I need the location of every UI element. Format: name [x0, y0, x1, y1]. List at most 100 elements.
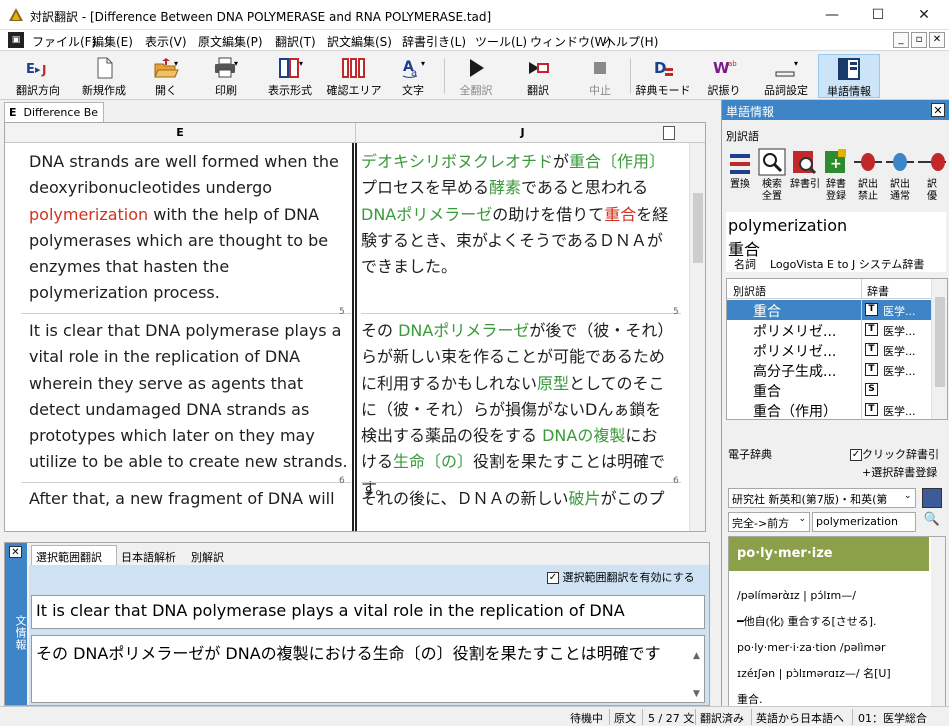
dictionary-mode-button[interactable]: D 辞典モード: [634, 54, 692, 98]
highlighted-term[interactable]: 酵素: [489, 178, 521, 197]
english-segment-3[interactable]: After that, a new fragment of DNA will: [29, 486, 349, 512]
highlighted-term[interactable]: polymerization: [29, 205, 148, 224]
maximize-button[interactable]: ☐: [855, 0, 901, 30]
dictionary-settings-icon[interactable]: [922, 488, 942, 508]
column-divider: [861, 380, 862, 400]
priority-translation-button[interactable]: 訳 優: [918, 148, 946, 203]
click-lookup-checkbox[interactable]: ✓ クリック辞書引: [850, 446, 939, 462]
highlighted-term[interactable]: 重合〔作用〕: [569, 152, 665, 171]
highlighted-term[interactable]: DNAポリメラーゼ: [361, 205, 492, 224]
display-format-button[interactable]: ▾ 表示形式: [260, 54, 320, 98]
japanese-segment-3[interactable]: それの後に、ＤＮＡの新しい破片がこのプ: [361, 486, 673, 512]
scroll-down-icon[interactable]: ▼: [693, 689, 700, 699]
alt-translation-item[interactable]: 重合（作用） T 医学...: [727, 400, 931, 420]
menu-dictionary[interactable]: 辞書引き(L): [402, 33, 466, 50]
highlighted-term[interactable]: 生命〔の〕: [393, 452, 473, 471]
enable-selection-checkbox[interactable]: ✓ 選択範囲翻訳を有効にする: [547, 569, 695, 585]
dictionary-select-value: 研究社 新英和(第7版)・和英(第: [732, 493, 888, 506]
alt-translation-item[interactable]: 高分子生成... T 医学...: [727, 360, 931, 380]
alt-list-header-dict[interactable]: 辞書: [867, 283, 889, 299]
print-button[interactable]: ▾ 印刷: [198, 54, 254, 98]
normal-translation-button[interactable]: 訳出 通常: [886, 148, 914, 203]
svg-text:▾: ▾: [421, 59, 425, 68]
menu-source-edit[interactable]: 原文編集(P): [198, 33, 263, 50]
document-tab[interactable]: E Difference Be: [4, 102, 104, 122]
entry-scrollbar[interactable]: [931, 537, 945, 725]
tab-japanese-analysis[interactable]: 日本語解析: [117, 547, 180, 567]
new-document-button[interactable]: 新規作成: [76, 54, 132, 98]
svg-text:J: J: [41, 63, 46, 77]
font-button[interactable]: Aa ▾ 文字: [388, 54, 438, 98]
stop-button[interactable]: 中止: [574, 54, 626, 98]
minimize-button[interactable]: —: [809, 0, 855, 30]
open-button[interactable]: ▾ 開く: [138, 54, 194, 98]
dictionary-register-button[interactable]: + 辞書 登録: [822, 148, 850, 203]
replace-button[interactable]: 置換: [726, 148, 754, 191]
highlighted-term[interactable]: 重合: [604, 205, 636, 224]
highlighted-term[interactable]: DNAポリメラーゼ: [398, 321, 529, 340]
column-header-japanese[interactable]: J: [355, 123, 689, 143]
english-segment-1[interactable]: DNA strands are well formed when the deo…: [29, 149, 349, 307]
highlighted-term[interactable]: デオキシリボヌクレオチド: [361, 152, 553, 171]
tab-selection-translate[interactable]: 選択範囲翻訳: [31, 545, 117, 565]
target-sentence-field[interactable]: その DNAポリメラーゼが DNAの複製における生命〔の〕役割を果たすことは明確…: [31, 635, 705, 703]
dictionary-query-input[interactable]: polymerization: [812, 512, 916, 532]
mdi-minimize-button[interactable]: _: [893, 32, 909, 48]
mdi-close-button[interactable]: ✕: [929, 32, 945, 48]
scrollbar-thumb[interactable]: [693, 193, 703, 263]
alt-translation-dict: 医学...: [883, 365, 916, 378]
mdi-restore-button[interactable]: ▫: [911, 32, 927, 48]
column-divider[interactable]: [352, 143, 357, 531]
scroll-up-icon[interactable]: ▲: [693, 651, 700, 661]
alt-translation-item[interactable]: 重合 T 医学...: [727, 300, 931, 320]
word-info-button[interactable]: 単語情報: [818, 54, 880, 98]
menu-tools[interactable]: ツール(L): [475, 33, 527, 50]
menu-file[interactable]: ファイル(F): [32, 33, 96, 50]
column-header-english[interactable]: E: [5, 123, 355, 143]
tab-alternate-translation[interactable]: 別解訳: [187, 547, 228, 567]
search-replace-button[interactable]: 検索 全置: [758, 148, 786, 203]
close-icon[interactable]: ✕: [9, 546, 22, 558]
alt-translation-item[interactable]: ポリメリゼ... T 医学...: [727, 340, 931, 360]
menu-target-edit[interactable]: 訳文編集(S): [327, 33, 392, 50]
word-assign-button[interactable]: Wab 訳振り: [700, 54, 748, 98]
english-segment-2[interactable]: It is clear that DNA polymerase plays a …: [29, 318, 349, 476]
highlighted-term[interactable]: DNAの複製: [542, 426, 625, 445]
highlighted-term[interactable]: 破片: [569, 489, 601, 508]
binoculars-icon[interactable]: 🔍: [922, 512, 942, 532]
menu-translate[interactable]: 翻訳(T): [275, 33, 316, 50]
alt-list-scrollbar[interactable]: [931, 279, 947, 419]
translate-all-button[interactable]: 全翻訳: [450, 54, 502, 98]
dictionary-select[interactable]: 研究社 新英和(第7版)・和英(第: [728, 488, 916, 508]
split-icon[interactable]: [663, 126, 675, 140]
close-button[interactable]: ✕: [901, 0, 947, 30]
source-sentence-field[interactable]: It is clear that DNA polymerase plays a …: [31, 595, 705, 629]
part-of-speech-button[interactable]: ▾ 品詞設定: [756, 54, 816, 98]
menu-edit[interactable]: 編集(E): [92, 33, 133, 50]
select-dictionary-register-link[interactable]: +選択辞書登録: [862, 464, 937, 480]
alt-translation-item[interactable]: 重合 S: [727, 380, 931, 400]
column-divider: [861, 320, 862, 340]
japanese-segment-2[interactable]: その DNAポリメラーゼが後で（彼・それ）らが新しい束を作ることが可能であるため…: [361, 318, 673, 502]
svg-text:▾: ▾: [234, 59, 238, 68]
status-divider: [609, 709, 610, 725]
highlighted-term[interactable]: 原型: [537, 374, 569, 393]
chevron-down-icon[interactable]: ⌄: [904, 491, 912, 501]
menu-window[interactable]: ウィンドウ(W): [530, 33, 611, 50]
alt-list-header-term[interactable]: 別訳語: [733, 283, 766, 299]
japanese-segment-1[interactable]: デオキシリボヌクレオチドが重合〔作用〕プロセスを早める酵素であると思われる DNA…: [361, 149, 673, 280]
check-area-button[interactable]: 確認エリア: [326, 54, 382, 98]
alt-translation-item[interactable]: ポリメリゼ... T 医学...: [727, 320, 931, 340]
document-scrollbar[interactable]: [689, 143, 705, 531]
menu-help[interactable]: ヘルプ(H): [604, 33, 658, 50]
translate-button[interactable]: 翻訳: [512, 54, 564, 98]
direction-button[interactable]: E ▸ J 翻訳方向: [10, 54, 66, 98]
dictionary-lookup-button[interactable]: 辞書引: [790, 148, 820, 191]
scrollbar-thumb[interactable]: [935, 297, 945, 387]
close-icon[interactable]: ✕: [931, 103, 945, 117]
forbid-translation-button[interactable]: 訳出 禁止: [854, 148, 882, 203]
document-icon[interactable]: ▣: [8, 32, 24, 48]
menu-view[interactable]: 表示(V): [145, 33, 187, 50]
search-icon: [758, 148, 786, 176]
search-mode-select[interactable]: 完全->前方 ⌄: [728, 512, 810, 532]
